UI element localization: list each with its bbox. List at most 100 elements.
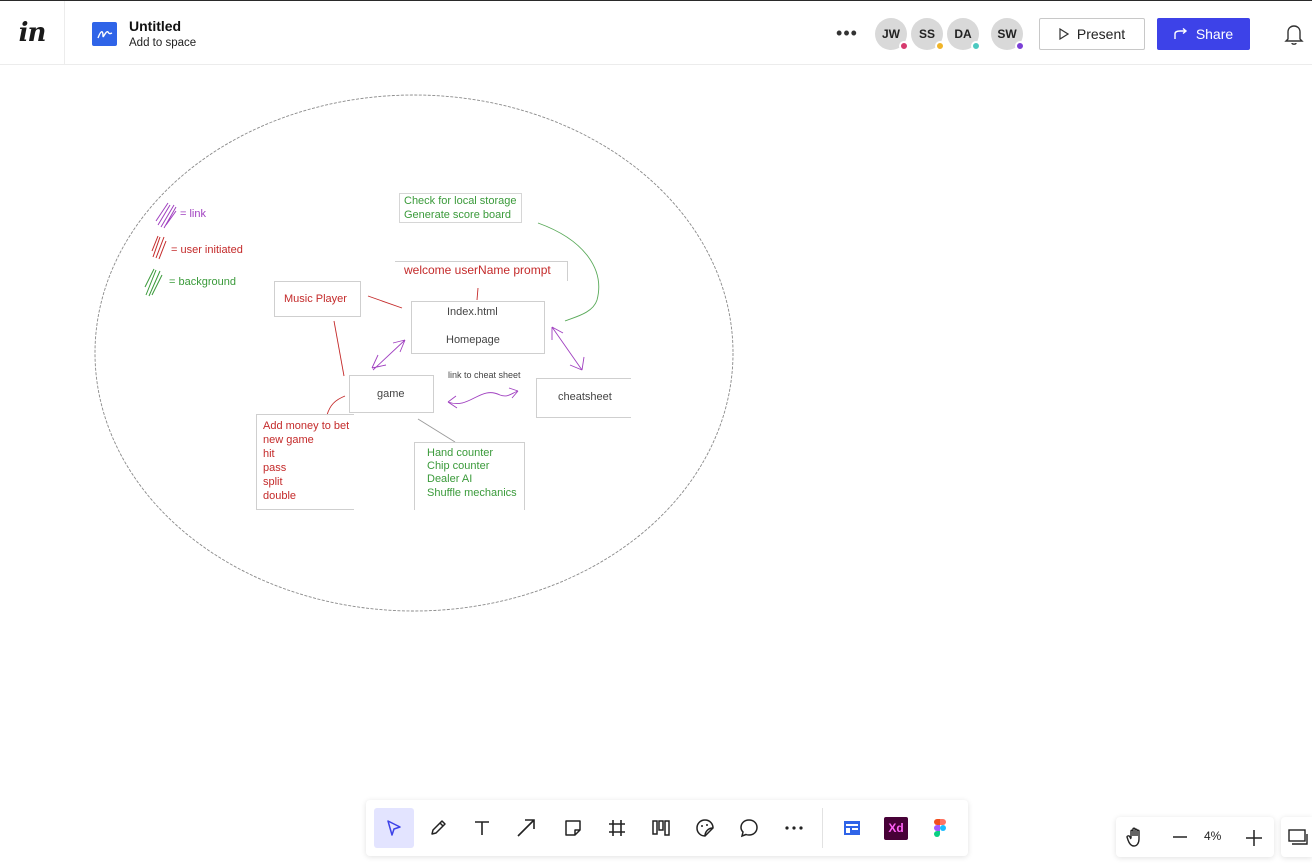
cheatsheet-label: cheatsheet (558, 391, 612, 403)
whiteboard-canvas[interactable]: = link = user initiated = background Che… (0, 65, 1312, 866)
view-options-button[interactable] (1281, 817, 1312, 857)
storage-line-1: Check for local storage (404, 195, 517, 207)
freehand-widget-button[interactable] (832, 808, 872, 848)
adobe-xd-button[interactable]: Xd (876, 808, 916, 848)
bottom-toolbar: Xd (366, 800, 968, 856)
notifications-bell-icon[interactable] (1282, 23, 1306, 45)
storage-note[interactable]: Check for local storage Generate score b… (399, 193, 522, 223)
index-note[interactable]: Index.html Homepage (411, 301, 545, 354)
game-actions-connector (326, 395, 346, 416)
action-item: split (263, 476, 283, 488)
more-tools-button[interactable] (774, 808, 814, 848)
avatar-da[interactable]: DA (947, 18, 981, 51)
presence-dot (935, 41, 945, 51)
action-item: Add money to bet (263, 420, 350, 432)
task-item: Dealer AI (427, 473, 473, 485)
zoom-controls: 4% (1116, 817, 1274, 857)
task-item: Shuffle mechanics (427, 487, 517, 499)
share-button[interactable]: Share (1157, 18, 1250, 50)
action-item: hit (263, 448, 275, 460)
action-item: double (263, 490, 297, 502)
action-item: pass (263, 462, 287, 474)
frame-tool-button[interactable] (597, 808, 637, 848)
freehand-doc-icon[interactable] (92, 22, 117, 46)
music-player-label: Music Player (284, 293, 347, 305)
sticker-tool-button[interactable] (685, 808, 725, 848)
game-label: game (377, 388, 405, 400)
adobe-xd-icon: Xd (884, 816, 908, 840)
zoom-level[interactable]: 4% (1204, 829, 1221, 843)
legend-link-label[interactable]: = link (180, 208, 206, 221)
music-player-note[interactable]: Music Player (274, 281, 361, 317)
music-game-connector (333, 320, 345, 377)
text-tool-button[interactable] (462, 808, 502, 848)
welcome-label: welcome userName prompt (404, 263, 551, 277)
sticker-icon (696, 819, 714, 837)
present-button[interactable]: Present (1039, 18, 1145, 50)
zoom-in-icon[interactable] (1246, 830, 1262, 846)
board-drawings (94, 94, 734, 612)
legend-user-label[interactable]: = user initiated (171, 244, 243, 257)
add-to-space-link[interactable]: Add to space (129, 37, 196, 49)
pencil-tool-button[interactable] (418, 808, 458, 848)
game-background-connector (417, 418, 456, 443)
figma-button[interactable] (920, 808, 960, 848)
xd-label: Xd (888, 821, 904, 835)
background-tasks-note[interactable]: Hand counter Chip counter Dealer AI Shuf… (414, 442, 525, 510)
pencil-icon (431, 820, 446, 835)
welcome-note[interactable]: welcome userName prompt (395, 261, 568, 281)
present-label: Present (1076, 26, 1126, 42)
index-title: Index.html (447, 306, 498, 318)
avatar-ss[interactable]: SS (911, 18, 945, 51)
freehand-widget-icon (844, 821, 860, 835)
invision-logo: in (18, 18, 47, 48)
link-cheat-label[interactable]: link to cheat sheet (448, 369, 521, 382)
more-options-button[interactable]: ••• (832, 22, 862, 46)
more-dots-icon (785, 826, 803, 830)
legend-background-scribble (144, 268, 163, 297)
presence-dot (971, 41, 981, 51)
play-icon (1059, 28, 1069, 40)
share-icon (1174, 28, 1187, 39)
legend-link-scribble (155, 202, 177, 229)
avatar-initials: JW (882, 27, 900, 41)
game-note[interactable]: game (349, 375, 434, 413)
game-index-link (371, 339, 406, 371)
layout-tool-button[interactable] (641, 808, 681, 848)
hand-pan-icon[interactable] (1125, 826, 1147, 848)
game-cheat-link (447, 387, 519, 409)
user-actions-note[interactable]: Add money to bet new game hit pass split… (256, 414, 354, 510)
zoom-out-icon[interactable] (1173, 836, 1187, 838)
avatar-sw[interactable]: SW (991, 18, 1025, 51)
toolbar-divider (822, 808, 823, 848)
index-subtitle: Homepage (446, 334, 500, 346)
arrow-tool-button[interactable] (506, 808, 546, 848)
arrow-icon (517, 819, 535, 837)
avatar-initials: DA (954, 27, 972, 41)
share-label: Share (1195, 26, 1234, 42)
sticky-note-icon (565, 820, 581, 836)
comment-tool-button[interactable] (729, 808, 769, 848)
welcome-connector (476, 287, 479, 301)
select-tool-button[interactable] (374, 808, 414, 848)
cursor-icon (387, 820, 401, 836)
index-cheat-link (551, 326, 585, 371)
presence-dot (1015, 41, 1025, 51)
action-item: new game (263, 434, 314, 446)
sticky-note-tool-button[interactable] (553, 808, 593, 848)
legend-background-label[interactable]: = background (169, 276, 236, 289)
avatar-initials: SS (918, 27, 935, 41)
presence-dot (899, 41, 909, 51)
cheatsheet-note[interactable]: cheatsheet (536, 378, 631, 418)
avatar-jw[interactable]: JW (875, 18, 909, 51)
home-logo-button[interactable]: in (0, 1, 65, 65)
screens-icon (1288, 829, 1308, 845)
legend-user-scribble (151, 235, 167, 260)
frame-icon (609, 820, 625, 836)
columns-icon (652, 820, 670, 836)
comment-icon (740, 819, 758, 838)
top-header: in Untitled Add to space ••• JW SS DA SW… (0, 0, 1312, 65)
task-item: Hand counter (427, 447, 494, 459)
storage-line-2: Generate score board (404, 209, 512, 221)
document-title[interactable]: Untitled (129, 18, 181, 34)
